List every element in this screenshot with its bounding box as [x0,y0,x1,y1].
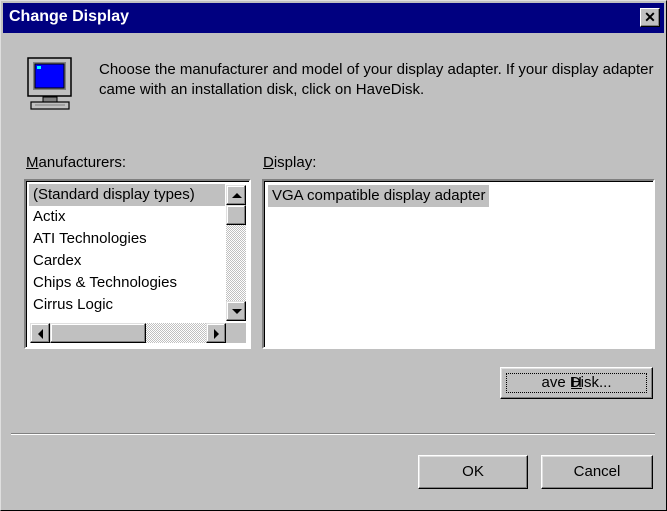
close-icon: ✕ [644,9,656,25]
title-bar[interactable]: Change Display ✕ [3,3,664,33]
scroll-left-button[interactable] [30,323,50,343]
cancel-button[interactable]: Cancel [541,455,653,489]
manufacturer-item[interactable]: Chips & Technologies [29,272,225,294]
window-title: Change Display [9,8,130,25]
close-button[interactable]: ✕ [640,8,660,27]
arrow-left-icon [38,329,43,339]
scroll-right-button[interactable] [206,323,226,343]
instructions-text: Choose the manufacturer and model of you… [99,61,654,98]
manufacturer-item[interactable]: Actix [29,206,225,228]
horizontal-scroll-thumb[interactable] [50,323,146,343]
arrow-right-icon [214,329,219,339]
scrollbar-corner [226,323,246,343]
display-item[interactable]: VGA compatible display adapter [268,185,490,207]
scroll-thumb[interactable] [226,205,246,225]
display-list: VGA compatible display adapter [268,185,490,207]
manufacturer-item[interactable]: (Standard display types) [29,184,225,206]
arrow-down-icon [232,309,242,314]
ok-label: OK [462,463,484,480]
monitor-icon [27,57,72,110]
change-display-dialog: Change Display ✕ Choose the manufacturer… [0,0,667,511]
manufacturer-item[interactable]: ATI Technologies [29,228,225,250]
manufacturers-horizontal-scrollbar[interactable] [30,323,226,343]
manufacturer-item[interactable]: Cirrus Logic [29,294,225,316]
manufacturers-vertical-scrollbar[interactable] [226,185,246,321]
display-label: Display: [263,154,317,171]
manufacturers-label: Manufacturers: [26,154,127,171]
ok-button[interactable]: OK [418,455,528,489]
scroll-up-button[interactable] [226,185,246,205]
manufacturers-list: (Standard display types) Actix ATI Techn… [29,184,225,324]
scroll-down-button[interactable] [226,301,246,321]
manufacturer-item[interactable]: Cardex [29,250,225,272]
display-listbox[interactable]: VGA compatible display adapter [262,179,655,349]
have-disk-button[interactable]: Have Disk... [500,367,653,399]
arrow-up-icon [232,193,242,198]
manufacturers-listbox[interactable]: (Standard display types) Actix ATI Techn… [24,179,251,349]
divider [11,433,655,435]
cancel-label: Cancel [573,463,621,480]
